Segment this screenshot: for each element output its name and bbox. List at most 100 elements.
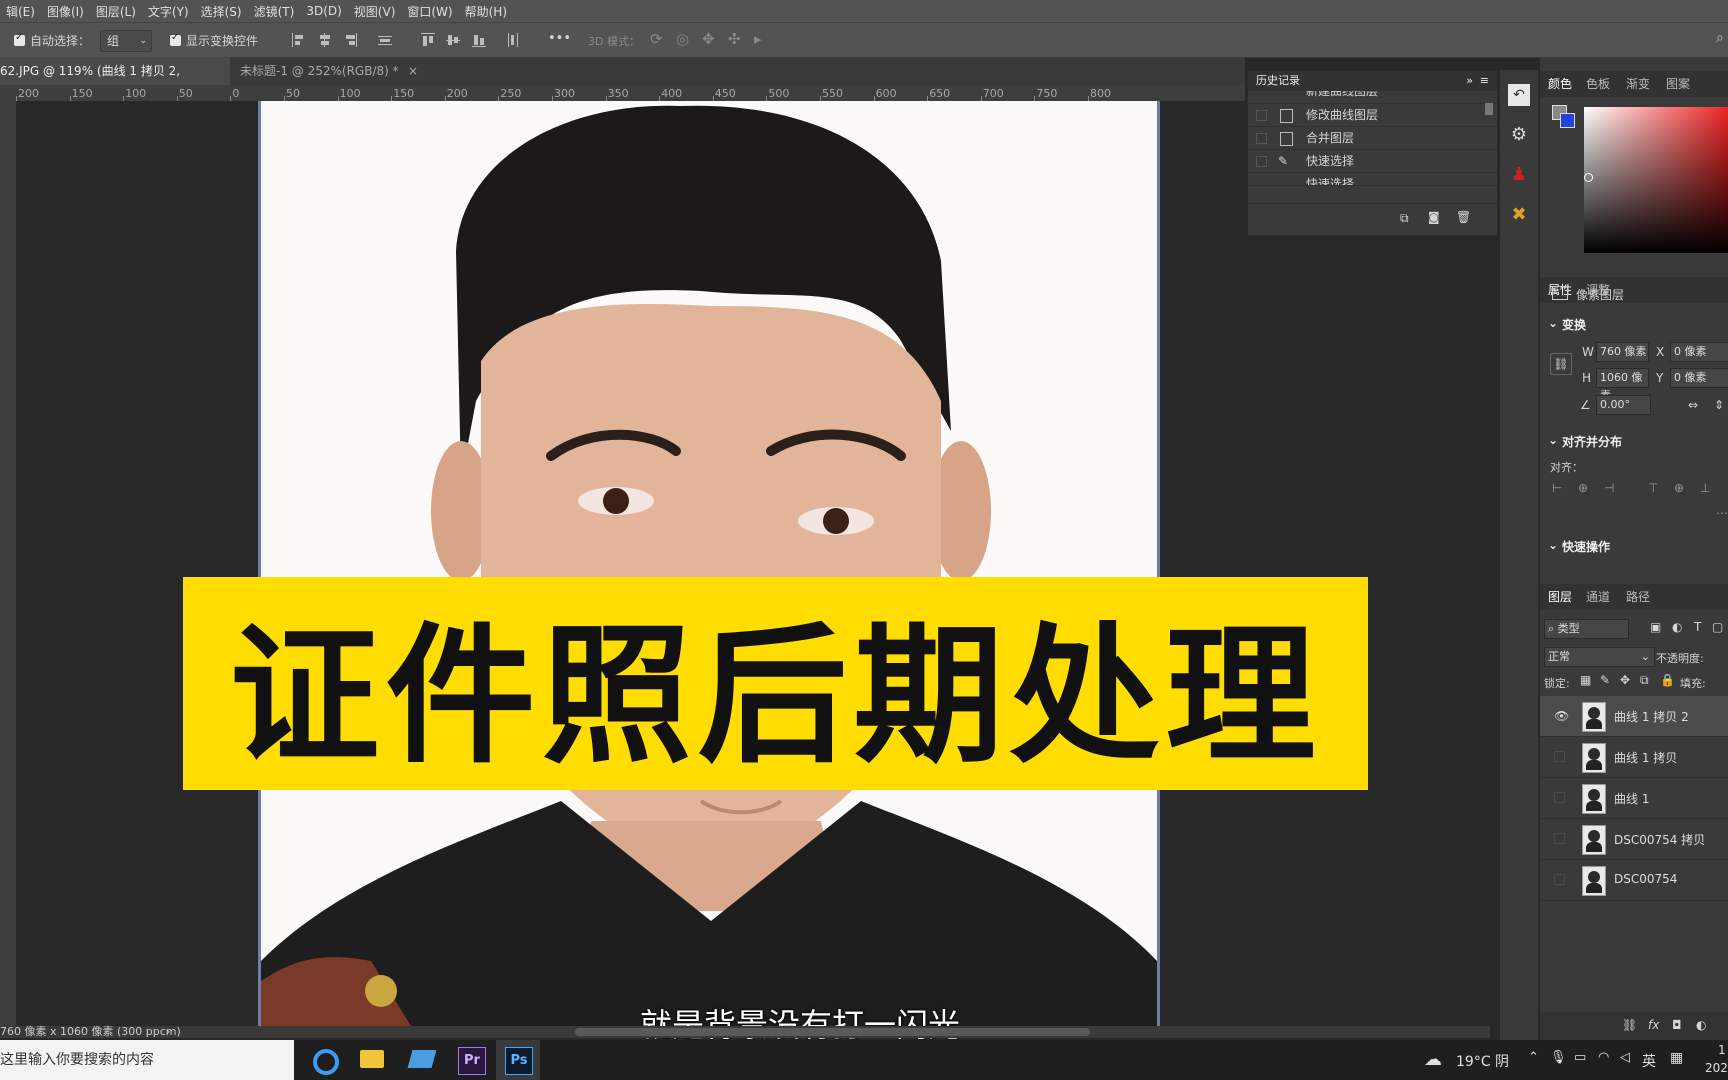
clock-date[interactable]: 2022 [1705,1061,1728,1075]
3d-orbit-icon[interactable]: ⟳ [650,30,663,48]
layer-row[interactable]: DSC00754 拷贝 [1540,819,1728,860]
align-bottom-icon[interactable]: ⊥ [1700,481,1710,495]
photoshop-taskbar-item[interactable]: Ps [496,1040,540,1080]
history-item[interactable]: 修改曲线图层 [1248,104,1497,127]
menu-3d[interactable]: 3D(D) [300,4,347,18]
menu-view[interactable]: 视图(V) [348,3,402,20]
align-top-icon[interactable]: ⊤ [1648,481,1658,495]
color-picker-field[interactable] [1584,107,1728,253]
wifi-icon[interactable]: ◠ [1598,1050,1609,1065]
tools-icon[interactable]: ✖ [1508,204,1530,226]
menu-window[interactable]: 窗口(W) [401,3,458,20]
3d-camera-icon[interactable]: ▸ [754,30,762,48]
link-icon[interactable]: ⛓ [1550,353,1572,375]
file-explorer-icon[interactable] [360,1050,384,1068]
type-filter-icon[interactable]: T [1694,620,1701,634]
menu-image[interactable]: 图像(I) [41,3,90,20]
taskbar-search-box[interactable]: 在这里输入你要搜索的内容 [0,1040,294,1080]
snapshot-checkbox[interactable] [1256,156,1267,167]
search-icon[interactable]: ⌕ [1716,30,1724,46]
visibility-toggle[interactable] [1554,874,1565,885]
more-options-button[interactable]: ••• [548,31,571,46]
align-vcenter-icon[interactable]: ⊕ [1674,481,1684,495]
menu-type[interactable]: 文字(Y) [142,3,195,20]
battery-icon[interactable]: ▭ [1574,1050,1586,1065]
history-item[interactable]: 快速选择 [1248,173,1497,186]
history-item[interactable]: 新建曲线图层 [1248,91,1497,104]
weather-text[interactable]: 19°C 阴 [1456,1051,1509,1071]
more-options-icon[interactable]: … [1716,503,1728,517]
history-item[interactable]: ✎ 快速选择 [1248,150,1497,173]
clock-time[interactable]: 1 [1718,1043,1726,1057]
layer-row[interactable]: 曲线 1 拷贝 [1540,737,1728,778]
fx-icon[interactable]: fx [1648,1018,1659,1032]
menu-layer[interactable]: 图层(L) [90,3,142,20]
menu-select[interactable]: 选择(S) [195,3,248,20]
align-left-icon[interactable] [292,33,306,47]
history-item[interactable]: 合并图层 [1248,127,1497,150]
document-canvas[interactable] [258,101,1160,1026]
blend-mode-dropdown[interactable]: 正常 ⌄ [1544,647,1655,667]
keyboard-grid-icon[interactable]: ▦ [1670,1050,1683,1066]
align-bottom-icon[interactable] [472,33,486,47]
history-panel-icon[interactable]: ↶ [1508,84,1530,106]
tab-gradients[interactable]: 渐变 [1626,71,1650,97]
flip-horizontal-icon[interactable]: ⇔ [1688,398,1698,412]
color-picker-cursor[interactable] [1584,173,1593,182]
tab-patterns[interactable]: 图案 [1666,71,1690,97]
visibility-toggle[interactable] [1554,751,1565,762]
vertical-ruler[interactable] [0,101,16,1026]
show-transform-checkbox[interactable] [170,32,181,46]
history-scrollbar[interactable] [1485,103,1493,115]
lock-position-icon[interactable]: ✥ [1620,673,1630,687]
menu-filter[interactable]: 滤镜(T) [248,3,301,20]
new-document-from-state-icon[interactable]: ⧉ [1400,211,1409,226]
add-mask-icon[interactable]: ◘ [1672,1018,1682,1032]
app-icon[interactable] [407,1050,437,1068]
browser-icon[interactable] [310,1046,339,1075]
3d-slide-icon[interactable]: ✣ [728,30,741,48]
lock-all-icon[interactable]: 🔒 [1660,673,1675,687]
adjustment-layer-icon[interactable]: ◐ [1696,1018,1706,1032]
align-right-icon[interactable] [343,33,357,47]
microphone-icon[interactable]: 🎙 [1550,1050,1567,1065]
link-layers-icon[interactable]: ⛓ [1622,1018,1637,1032]
distribute-vertical-icon[interactable] [378,33,392,47]
flip-vertical-icon[interactable]: ⇕ [1714,398,1724,412]
background-color-swatch[interactable] [1560,113,1575,128]
panel-menu-icon[interactable]: ≡ [1480,71,1489,91]
align-hcenter-icon[interactable]: ⊕ [1578,481,1588,495]
height-field[interactable]: 1060 像素 [1596,368,1649,402]
3d-pan-icon[interactable]: ✥ [702,30,715,48]
volume-icon[interactable]: ◁ [1620,1050,1630,1065]
visibility-toggle[interactable] [1554,833,1565,844]
tab-document-1[interactable]: 62.JPG @ 119% (曲线 1 拷贝 2, RGB/8) * × [0,57,230,106]
menu-help[interactable]: 帮助(H) [459,3,513,20]
chevron-down-icon[interactable]: ⌄ [1548,316,1558,330]
align-top-icon[interactable] [421,33,435,47]
pixel-filter-icon[interactable]: ▣ [1650,620,1661,634]
layer-row[interactable]: DSC00754 [1540,860,1728,901]
tab-layers[interactable]: 图层 [1548,584,1572,610]
premiere-icon[interactable]: Pr [458,1047,486,1075]
menu-edit[interactable]: 辑(E) [0,3,41,20]
properties-panel-icon[interactable]: ⚙ [1508,124,1530,146]
eye-icon[interactable]: 👁 [1554,709,1569,723]
lock-transparency-icon[interactable]: ▦ [1580,673,1591,687]
align-vcenter-icon[interactable] [446,33,460,47]
y-field[interactable]: 0 像素 [1670,368,1728,388]
align-hcenter-icon[interactable] [318,33,332,47]
angle-field[interactable]: 0.00° [1596,395,1651,415]
snapshot-checkbox[interactable] [1256,133,1267,144]
chevron-up-icon[interactable]: ⌃ [1528,1050,1539,1065]
x-field[interactable]: 0 像素 [1670,342,1728,362]
tab-document-2[interactable]: 未标题-1 @ 252%(RGB/8) * × [232,57,418,85]
horizontal-ruler[interactable]: 200 150 100 50 0 50 100 150 200 250 300 350 400 450 50… [0,85,1245,102]
snapshot-checkbox[interactable] [1256,110,1267,121]
align-left-icon[interactable]: ⊢ [1552,481,1562,495]
auto-select-checkbox[interactable] [14,32,25,46]
auto-select-dropdown[interactable]: 组 ⌄ [100,30,152,52]
align-right-icon[interactable]: ⊣ [1604,481,1614,495]
layer-row[interactable]: 👁 曲线 1 拷贝 2 [1540,696,1728,737]
input-method-indicator[interactable]: 英 [1642,1051,1656,1071]
